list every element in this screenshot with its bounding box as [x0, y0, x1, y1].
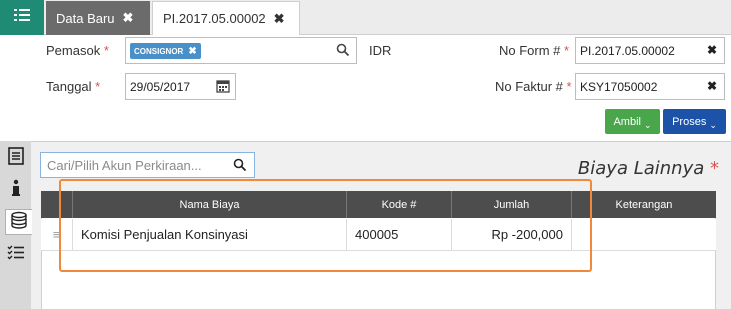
required-mark: * — [566, 79, 572, 94]
table-header-handle — [41, 191, 73, 218]
chevron-down-icon: ⌄ — [643, 120, 652, 130]
noform-label-text: No Form # — [499, 43, 561, 58]
list-menu-icon — [14, 8, 30, 27]
money-stack-icon — [10, 211, 28, 234]
column-header-jumlah[interactable]: Jumlah — [452, 191, 572, 218]
side-tab-biaya[interactable] — [5, 209, 32, 235]
cell-nama-biaya[interactable]: Komisi Penjualan Konsinyasi — [73, 219, 347, 251]
supplier-chip-body: CONSIGNOR ✖ — [130, 43, 201, 59]
side-tab-checklist[interactable] — [4, 242, 28, 268]
cell-kode[interactable]: 400005 — [347, 219, 452, 251]
nofaktur-value: KSY17050002 — [580, 80, 658, 94]
nofaktur-label-text: No Faktur # — [495, 79, 563, 94]
tanggal-label-text: Tanggal — [46, 79, 92, 94]
close-icon[interactable]: ✖ — [123, 10, 134, 26]
close-icon[interactable]: ✖ — [274, 11, 285, 27]
side-tab-info[interactable] — [4, 177, 28, 203]
side-tab-document[interactable] — [4, 145, 28, 171]
noform-value: PI.2017.05.00002 — [580, 44, 675, 58]
tanggal-label: Tanggal * — [46, 79, 100, 94]
main-menu-button[interactable] — [0, 0, 44, 35]
account-search-box — [40, 152, 255, 178]
tanggal-value: 29/05/2017 — [130, 80, 191, 94]
document-icon — [8, 146, 24, 170]
info-icon — [10, 179, 22, 202]
column-header-keterangan[interactable]: Keterangan — [572, 191, 716, 218]
supplier-chip: CONSIGNOR ✖ — [130, 43, 201, 59]
ambil-label: Ambil — [613, 115, 641, 128]
proses-button[interactable]: Proses ⌄ — [663, 109, 726, 134]
required-mark: * — [95, 79, 101, 94]
tab-label: Data Baru — [56, 10, 115, 26]
required-mark: * — [710, 158, 719, 179]
tanggal-field[interactable]: 29/05/2017 — [125, 73, 236, 100]
section-title-text: Biaya Lainnya — [577, 158, 705, 179]
close-icon[interactable]: ✖ — [707, 79, 717, 93]
calendar-icon[interactable] — [216, 79, 230, 98]
cell-keterangan[interactable] — [572, 219, 716, 251]
checklist-icon — [7, 245, 25, 266]
chevron-down-icon: ⌄ — [709, 120, 717, 130]
close-icon[interactable]: ✖ — [707, 43, 717, 57]
close-icon[interactable]: ✖ — [188, 46, 196, 57]
noform-field[interactable]: PI.2017.05.00002 ✖ — [575, 37, 725, 64]
required-mark: * — [564, 43, 570, 58]
tab-pi-document[interactable]: PI.2017.05.00002 ✖ — [152, 1, 300, 35]
ambil-button[interactable]: Ambil ⌄ — [605, 109, 660, 134]
tab-data-baru[interactable]: Data Baru ✖ — [46, 1, 150, 35]
pemasok-label: Pemasok * — [46, 43, 109, 58]
account-search-input[interactable] — [45, 156, 230, 174]
currency-label: IDR — [369, 43, 392, 58]
drag-handle-icon[interactable]: ≡ — [41, 219, 73, 251]
pemasok-label-text: Pemasok — [46, 43, 101, 58]
section-title: Biaya Lainnya * — [578, 158, 719, 179]
column-header-nama-biaya[interactable]: Nama Biaya — [73, 191, 347, 218]
search-icon[interactable] — [233, 158, 247, 177]
nofaktur-label: No Faktur # * — [495, 79, 572, 94]
search-icon[interactable] — [336, 43, 350, 62]
tab-label: PI.2017.05.00002 — [163, 11, 266, 26]
cell-jumlah[interactable]: Rp -200,000 — [452, 219, 572, 251]
pemasok-field[interactable]: CONSIGNOR ✖ — [125, 37, 357, 64]
column-header-kode[interactable]: Kode # — [347, 191, 452, 218]
proses-label: Proses — [672, 115, 707, 128]
supplier-chip-label: CONSIGNOR — [134, 46, 184, 56]
nofaktur-field[interactable]: KSY17050002 ✖ — [575, 73, 725, 100]
required-mark: * — [103, 43, 109, 58]
noform-label: No Form # * — [499, 43, 569, 58]
